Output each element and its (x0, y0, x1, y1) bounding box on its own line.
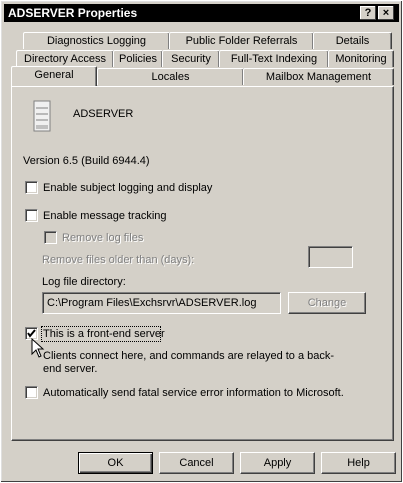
remove-older-days-input[interactable] (308, 246, 353, 268)
tab-mailbox-management[interactable]: Mailbox Management (243, 68, 394, 85)
message-tracking-checkbox[interactable] (25, 209, 38, 222)
tab-diagnostics-logging[interactable]: Diagnostics Logging (23, 32, 170, 49)
tab-full-text-indexing[interactable]: Full-Text Indexing (219, 50, 329, 67)
help-title-button[interactable]: ? (360, 6, 376, 20)
tab-locales[interactable]: Locales (97, 68, 244, 85)
subject-logging-label: Enable subject logging and display (43, 182, 213, 194)
tab-security[interactable]: Security (162, 50, 220, 67)
tab-policies[interactable]: Policies (113, 50, 163, 67)
change-button[interactable]: Change (288, 292, 366, 314)
remove-log-files-label: Remove log files (62, 232, 144, 244)
mouse-cursor-icon (31, 338, 45, 358)
tab-public-folder-referrals[interactable]: Public Folder Referrals (169, 32, 314, 49)
tab-monitoring[interactable]: Monitoring (328, 50, 394, 67)
front-end-description: Clients connect here, and commands are r… (43, 350, 335, 375)
log-dir-input[interactable]: C:\Program Files\Exchsrvr\ADSERVER.log (42, 292, 281, 314)
log-dir-label: Log file directory: (42, 276, 126, 288)
message-tracking-label: Enable message tracking (43, 210, 167, 222)
remove-older-label: Remove files older than (days): (42, 254, 195, 266)
title-bar: ADSERVER Properties ? × (4, 4, 399, 22)
window-title: ADSERVER Properties (8, 6, 138, 20)
server-icon (33, 100, 51, 132)
fatal-error-checkbox[interactable] (25, 386, 38, 399)
subject-logging-checkbox[interactable] (25, 181, 38, 194)
focus-rectangle (41, 326, 161, 342)
tab-details[interactable]: Details (313, 32, 392, 49)
version-label: Version 6.5 (Build 6944.4) (23, 155, 150, 167)
ok-button[interactable]: OK (78, 452, 153, 474)
cancel-button[interactable]: Cancel (159, 452, 234, 474)
help-button[interactable]: Help (321, 452, 396, 474)
close-button[interactable]: × (378, 6, 394, 20)
remove-log-files-checkbox[interactable] (44, 231, 57, 244)
fatal-error-label: Automatically send fatal service error i… (43, 387, 344, 399)
tab-general[interactable]: General (11, 66, 97, 86)
tab-directory-access[interactable]: Directory Access (16, 50, 114, 67)
properties-dialog: ADSERVER Properties ? × Diagnostics Logg… (0, 0, 403, 483)
apply-button[interactable]: Apply (240, 452, 315, 474)
server-name: ADSERVER (73, 108, 134, 120)
